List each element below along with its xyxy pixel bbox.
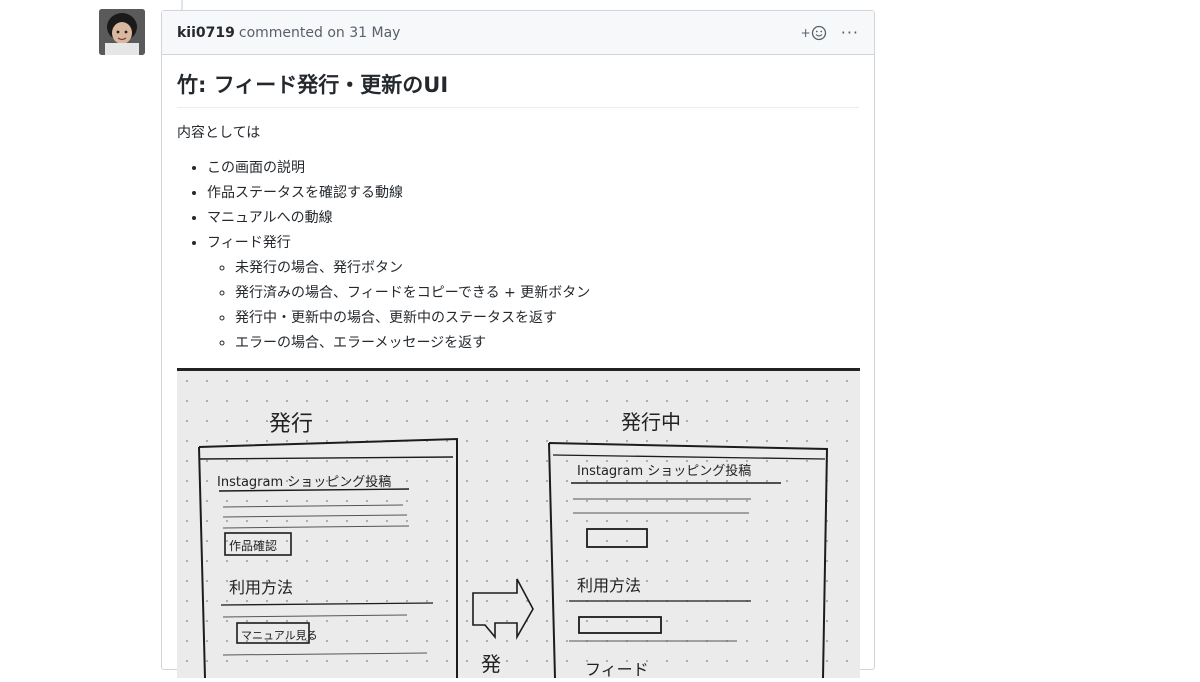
sub-list-item: エラーの場合、エラーメッセージを返す [235,331,859,356]
sketch-right-heading: 発行中 [621,410,681,434]
sketch-right-app-title: Instagram ショッピング投稿 [577,463,751,479]
sketch-left-app-title: Instagram ショッピング投稿 [217,474,391,490]
list-item: この画面の説明 [207,156,859,181]
comment-author[interactable]: kii0719 [177,25,235,41]
reaction-plus: + [800,25,811,40]
comment-lead: 内容としては [177,125,261,141]
add-reaction-button[interactable]: + [801,25,827,41]
comment-title: 竹: フィード発行・更新のUI [177,69,859,108]
sketch-left-usage: 利用方法 [229,578,293,597]
comment-body: 竹: フィード発行・更新のUI 内容としては この画面の説明 作品ステータスを確… [162,55,874,370]
sketch-drawing: 発行 発行中 Instagram ショッピング投稿 作品確認 利用方法 マニュア… [177,371,860,679]
timeline-line [181,0,183,10]
list-item: フィード発行 未発行の場合、発行ボタン 発行済みの場合、フィードをコピーできる … [207,231,859,356]
sketch-image[interactable]: 発行 発行中 Instagram ショッピング投稿 作品確認 利用方法 マニュア… [177,368,860,679]
sub-list: 未発行の場合、発行ボタン 発行済みの場合、フィードをコピーできる + 更新ボタン… [207,256,859,356]
sub-list-item: 発行済みの場合、フィードをコピーできる + 更新ボタン [235,281,859,306]
more-options-button[interactable]: ··· [841,23,859,42]
comment-box: kii0719 commented on 31 May + ··· 竹: フィー… [161,10,875,679]
smiley-icon [811,25,826,40]
content-list: この画面の説明 作品ステータスを確認する動線 マニュアルへの動線 フィード発行 … [177,156,859,356]
sketch-right-usage: 利用方法 [577,576,641,595]
sketch-left-check-button: 作品確認 [229,538,277,553]
sketch-left-manual-button: マニュアル見る [241,629,318,642]
avatar-image [99,9,145,55]
sketch-left-heading: 発行 [269,412,313,437]
comment-meta[interactable]: commented on 31 May [239,25,401,41]
list-item: 作品ステータスを確認する動線 [207,181,859,206]
sub-list-item: 未発行の場合、発行ボタン [235,256,859,281]
comment-header: kii0719 commented on 31 May + ··· [162,11,874,55]
sketch-arrow-label: 発 [481,652,501,676]
list-item: マニュアルへの動線 [207,206,859,231]
comment-actions: + ··· [801,23,859,42]
sketch-right-feed-label: フィード [585,660,649,678]
sub-list-item: 発行中・更新中の場合、更新中のステータスを返す [235,306,859,331]
avatar[interactable] [99,9,145,55]
list-item-label: フィード発行 [207,235,291,251]
